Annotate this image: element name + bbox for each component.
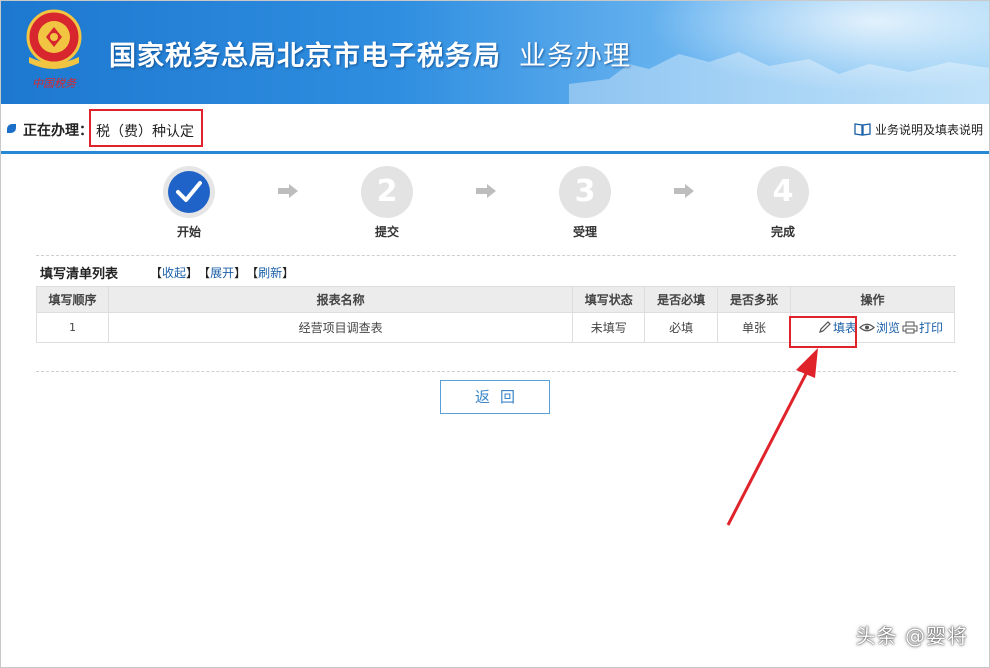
- header-banner: 中国税务 国家税务总局北京市电子税务局 业务办理: [1, 1, 989, 104]
- step-label: 完成: [770, 225, 795, 239]
- table-header-row: 填写顺序 报表名称 填写状态 是否必填 是否多张 操作: [36, 286, 955, 313]
- step-circle: 2: [361, 166, 413, 218]
- collapse-link[interactable]: 收起: [162, 264, 186, 281]
- cell-seq: 1: [36, 312, 109, 343]
- site-title-main: 国家税务总局北京市电子税务局: [109, 41, 501, 72]
- watermark: 头条 @婴将: [855, 624, 968, 648]
- current-task-value: 税（费）种认定: [89, 109, 203, 147]
- form-list-table: 填写顺序 报表名称 填写状态 是否必填 是否多张 操作 1 经营项目调查表 未填…: [36, 286, 955, 348]
- step-label: 开始: [176, 225, 201, 239]
- view-label: 浏览: [876, 321, 901, 335]
- bullet-icon: [7, 124, 16, 133]
- site-title-sub: 业务办理: [519, 41, 631, 72]
- step-label: 提交: [374, 225, 399, 239]
- column-header: 操作: [790, 286, 955, 313]
- checkmark-icon: [176, 181, 202, 202]
- back-button[interactable]: 返回: [440, 380, 550, 414]
- cell-name: 经营项目调查表: [107, 312, 574, 343]
- view-link[interactable]: 浏览: [859, 319, 900, 336]
- tax-emblem-logo: 中国税务: [26, 9, 82, 90]
- expand-link[interactable]: 展开: [210, 264, 234, 281]
- table-row: 1 经营项目调查表 未填写 必填 单张 填表 浏览 打印: [36, 312, 955, 348]
- column-header: 是否多张: [717, 286, 792, 313]
- eye-icon: [859, 323, 875, 332]
- step-start: 开始: [159, 166, 219, 240]
- step-label: 受理: [572, 225, 597, 239]
- step-complete: 4 完成: [753, 166, 813, 240]
- list-toggles: 【收起】 【展开】 【刷新】: [150, 264, 294, 281]
- annotation-arrow: [726, 348, 818, 526]
- great-wall-graphic: [569, 52, 989, 104]
- column-header: 报表名称: [107, 286, 574, 313]
- step-accept: 3 受理: [555, 166, 615, 240]
- printer-icon: [902, 321, 918, 334]
- step-submit: 2 提交: [357, 166, 417, 240]
- arrow-right-icon: [674, 184, 694, 198]
- column-header: 是否必填: [644, 286, 719, 313]
- cell-status: 未填写: [572, 312, 646, 343]
- step-circle: 4: [757, 166, 809, 218]
- bracket: 】: [186, 266, 199, 280]
- emblem-text: 中国税务: [32, 77, 77, 90]
- cell-multiple: 单张: [717, 312, 792, 343]
- bracket: 】: [282, 266, 295, 280]
- arrow-right-icon: [476, 184, 496, 198]
- book-icon: [854, 123, 871, 136]
- list-title: 填写清单列表: [40, 267, 119, 282]
- step-circle: 3: [559, 166, 611, 218]
- help-link-label: 业务说明及填表说明: [874, 123, 983, 137]
- refresh-link[interactable]: 刷新: [258, 264, 282, 281]
- bracket: 【: [150, 266, 163, 280]
- cell-actions: 填表 浏览 打印: [789, 312, 955, 348]
- bracket: 【: [246, 266, 259, 280]
- bracket: 【: [198, 266, 211, 280]
- step-circle: [163, 166, 215, 218]
- site-title: 国家税务总局北京市电子税务局 业务办理: [109, 34, 631, 73]
- current-task-label: 正在办理：: [23, 123, 93, 139]
- cell-required: 必填: [644, 312, 719, 343]
- bracket: 】: [234, 266, 247, 280]
- arrow-right-icon: [278, 184, 298, 198]
- column-header: 填写顺序: [36, 286, 109, 313]
- help-link[interactable]: 业务说明及填表说明: [854, 121, 983, 138]
- print-label: 打印: [919, 321, 944, 335]
- column-header: 填写状态: [572, 286, 646, 313]
- print-link[interactable]: 打印: [902, 319, 943, 336]
- current-task-bar: 正在办理： 税（费）种认定 业务说明及填表说明: [1, 104, 989, 152]
- list-header: 填写清单列表 【收起】 【展开】 【刷新】: [36, 255, 956, 285]
- divider: [1, 151, 989, 154]
